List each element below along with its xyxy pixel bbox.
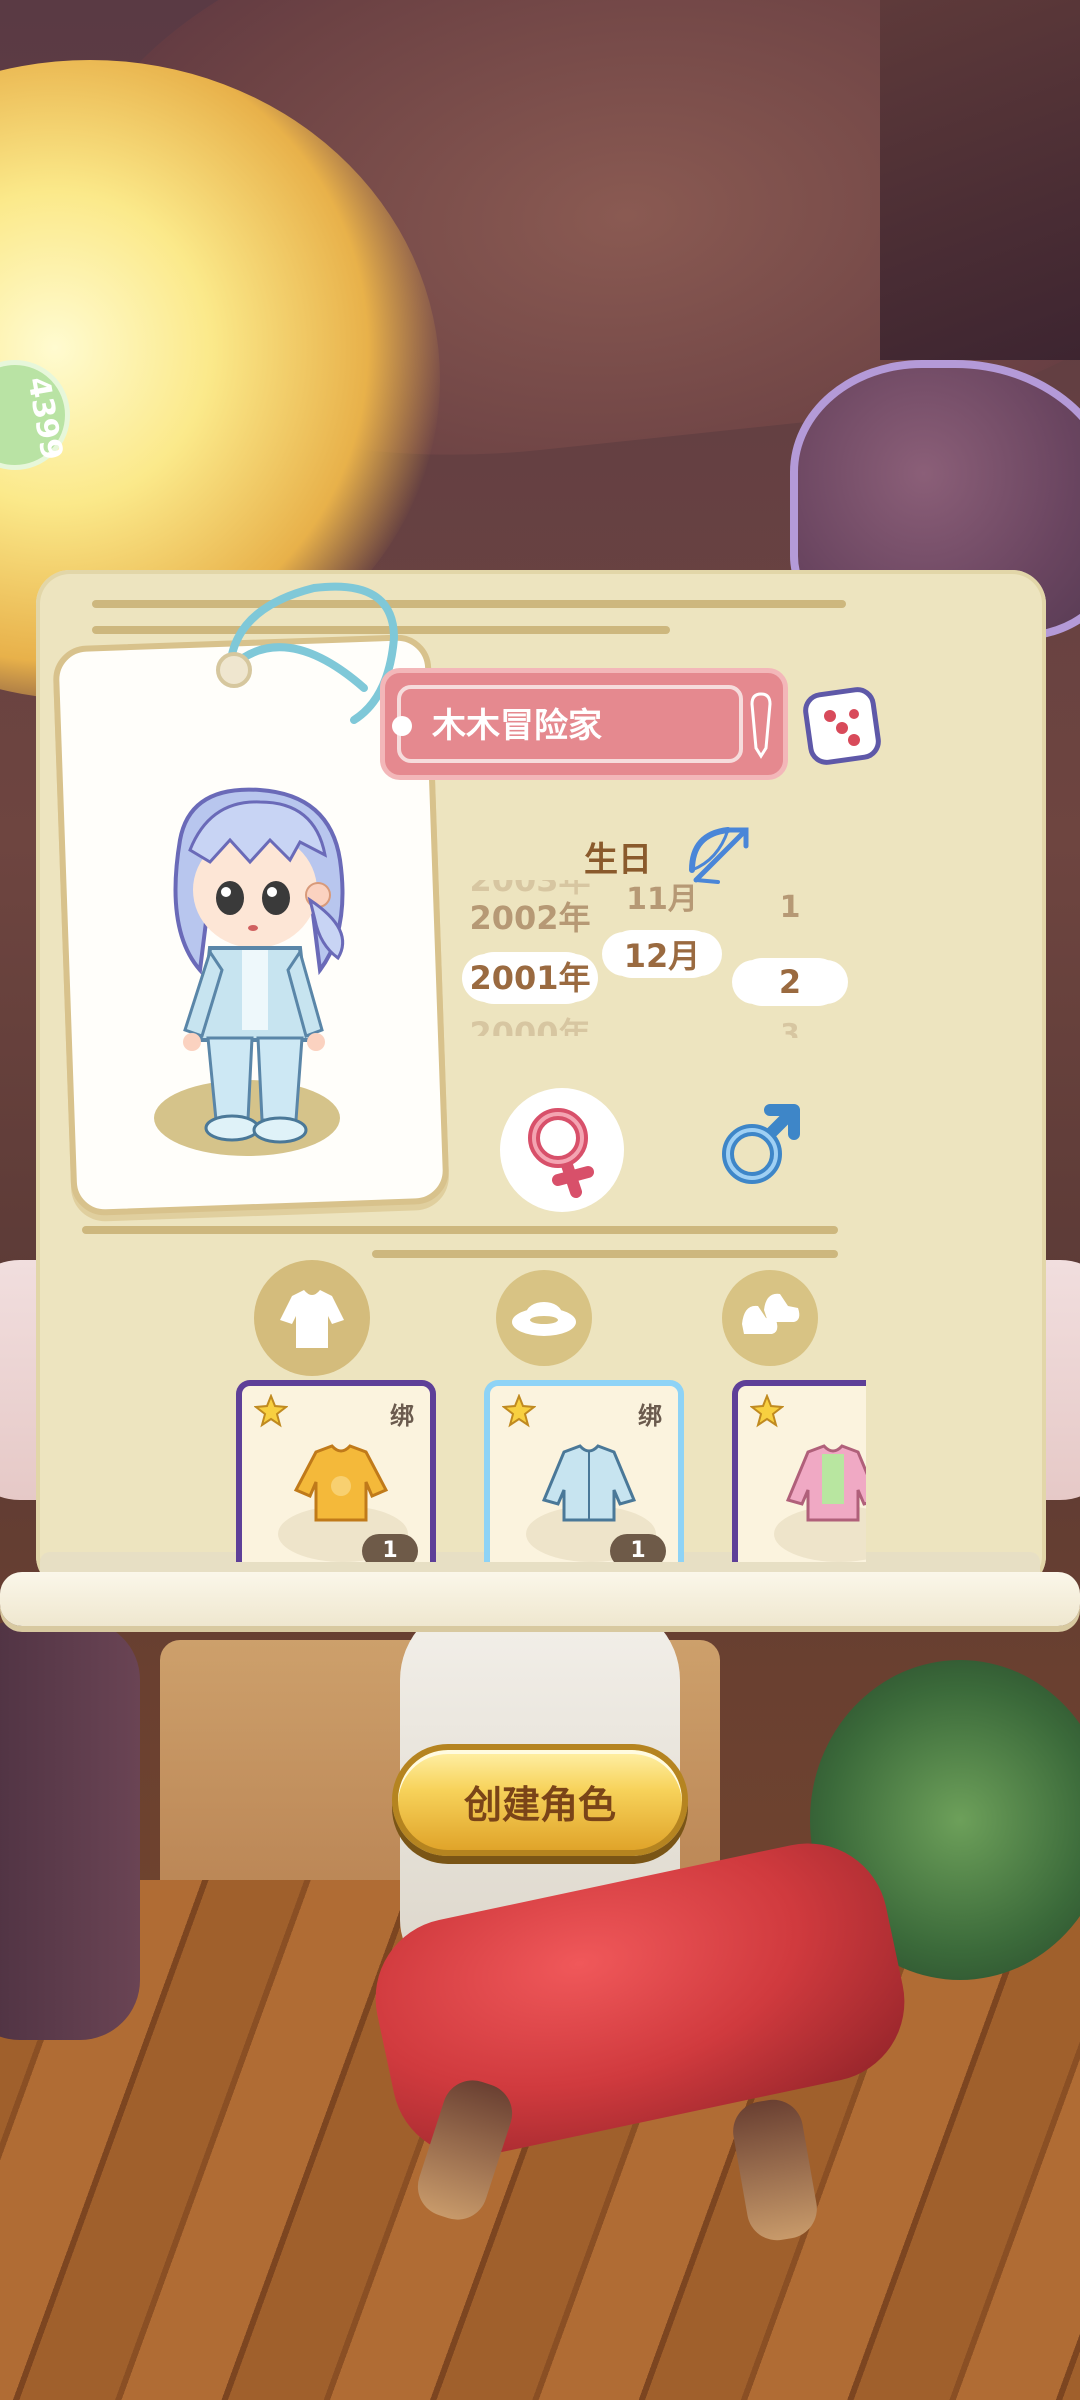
background-roof xyxy=(880,0,1080,360)
yellow-jacket-icon xyxy=(293,1444,389,1522)
item-card[interactable]: 绑 1 xyxy=(236,1380,436,1562)
day-picker[interactable]: 1 2 3 xyxy=(730,878,850,1078)
star-icon xyxy=(750,1394,784,1428)
avatar[interactable] xyxy=(150,780,370,1160)
scroll-roll xyxy=(0,1572,1080,1626)
item-count: 1 xyxy=(362,1534,418,1562)
panel-rule xyxy=(82,1226,838,1234)
year-option[interactable]: 2000年 xyxy=(460,1006,600,1036)
panel-rule xyxy=(92,600,846,608)
pink-jacket-icon xyxy=(785,1444,866,1522)
create-character-label: 创建角色 xyxy=(463,1783,616,1827)
year-option[interactable]: 2002年 xyxy=(460,890,600,946)
item-card[interactable] xyxy=(732,1380,866,1562)
blue-jacket-icon xyxy=(541,1444,637,1522)
day-option[interactable]: 1 xyxy=(730,880,850,936)
item-count: 1 xyxy=(610,1534,666,1562)
pen-icon[interactable] xyxy=(748,690,774,760)
tab-hats[interactable] xyxy=(496,1270,592,1366)
panel-rule xyxy=(372,1250,838,1258)
name-tag-dot xyxy=(392,716,412,736)
background-post xyxy=(0,1620,140,2040)
month-option[interactable]: 11月 xyxy=(598,872,726,928)
year-option-selected[interactable]: 2001年 xyxy=(460,950,600,1006)
star-icon xyxy=(502,1394,536,1428)
month-picker[interactable]: 11月 12月 xyxy=(598,878,726,1078)
day-option[interactable]: 3 xyxy=(730,1006,850,1038)
bind-label: 绑 xyxy=(638,1402,662,1430)
tag-hole xyxy=(216,652,252,688)
top-clothing-icon xyxy=(280,1290,344,1348)
dice-icon[interactable] xyxy=(800,684,884,768)
gender-female-button[interactable] xyxy=(500,1088,624,1212)
hat-icon xyxy=(512,1302,576,1336)
day-option-selected[interactable]: 2 xyxy=(730,954,850,1010)
shoes-icon xyxy=(742,1293,800,1334)
4399-badge-text: 4399 xyxy=(20,374,70,463)
item-card-selected[interactable]: 绑 1 xyxy=(484,1380,684,1562)
create-character-button[interactable]: 创建角色 xyxy=(392,1744,688,1856)
gender-male-button[interactable] xyxy=(712,1096,808,1192)
tab-tops[interactable] xyxy=(254,1260,370,1376)
female-symbol-icon xyxy=(528,1108,594,1198)
tab-shoes[interactable] xyxy=(722,1270,818,1366)
name-input-value[interactable]: 木木冒险家 xyxy=(432,700,602,752)
month-option-selected[interactable]: 12月 xyxy=(598,928,726,984)
year-picker[interactable]: 2003年 2002年 2001年 2000年 xyxy=(460,878,600,1078)
bind-label: 绑 xyxy=(390,1402,414,1430)
star-icon xyxy=(254,1394,288,1428)
